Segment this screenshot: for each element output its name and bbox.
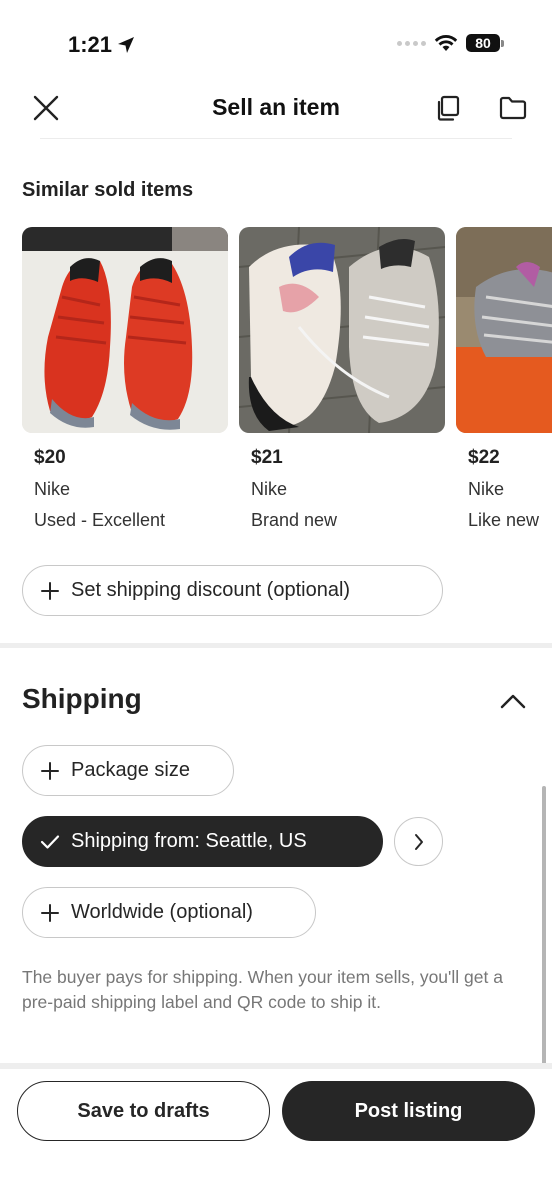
battery-icon: 80 xyxy=(466,34,504,52)
chevron-right-icon xyxy=(414,833,423,850)
status-time: 1:21 xyxy=(68,32,136,58)
chip-label: Package size xyxy=(71,759,190,781)
save-to-drafts-button[interactable]: Save to drafts xyxy=(17,1081,270,1141)
item-brand: Nike xyxy=(251,479,288,499)
checkmark-icon xyxy=(39,831,61,853)
drafts-folder-button[interactable] xyxy=(497,92,529,124)
item-photo-grey-sneakers xyxy=(456,227,552,433)
chip-label: Shipping from: Seattle, US xyxy=(71,830,307,852)
item-price: $22 xyxy=(468,447,500,468)
cellular-signal-icon xyxy=(397,40,426,46)
section-divider xyxy=(0,643,552,648)
item-photo-white-sneakers xyxy=(239,227,445,433)
package-size-button[interactable]: Package size xyxy=(22,745,234,796)
item-brand: Nike xyxy=(468,479,505,499)
item-price: $20 xyxy=(34,447,66,468)
location-arrow-icon xyxy=(118,37,135,53)
header-divider xyxy=(40,138,512,139)
status-bar: 1:21 80 xyxy=(0,0,552,70)
worldwide-shipping-button[interactable]: Worldwide (optional) xyxy=(22,887,316,938)
similar-item-card[interactable]: $22 Nike Like new xyxy=(456,227,552,530)
scrollbar[interactable] xyxy=(542,786,546,1066)
plus-icon xyxy=(39,580,61,602)
collapse-shipping-button[interactable] xyxy=(496,684,530,718)
bottom-divider xyxy=(0,1063,552,1069)
item-photo-red-sneakers xyxy=(22,227,228,433)
folder-icon xyxy=(499,96,527,120)
similar-items-carousel[interactable]: $20 Nike Used - Excellent $21 Nike Brand… xyxy=(22,227,552,547)
duplicate-button[interactable] xyxy=(432,92,464,124)
post-listing-button[interactable]: Post listing xyxy=(282,1081,535,1141)
item-condition: Like new xyxy=(468,510,540,530)
status-time-text: 1:21 xyxy=(68,32,113,57)
similar-item-card[interactable]: $21 Nike Brand new xyxy=(239,227,445,530)
nav-header: Sell an item xyxy=(0,78,552,138)
chip-label: Set shipping discount (optional) xyxy=(71,579,351,601)
item-condition: Brand new xyxy=(251,510,338,530)
plus-icon xyxy=(39,760,61,782)
shipping-from-details-button[interactable] xyxy=(394,817,443,866)
chip-label: Worldwide (optional) xyxy=(71,901,253,923)
item-price: $21 xyxy=(251,447,283,468)
wifi-icon xyxy=(434,34,458,52)
shipping-info-text: The buyer pays for shipping. When your i… xyxy=(22,967,503,1012)
plus-icon xyxy=(39,902,61,924)
battery-level: 80 xyxy=(466,34,500,52)
item-condition: Used - Excellent xyxy=(34,510,166,530)
status-indicators: 80 xyxy=(397,34,504,52)
similar-item-card[interactable]: $20 Nike Used - Excellent xyxy=(22,227,228,530)
set-shipping-discount-button[interactable]: Set shipping discount (optional) xyxy=(22,565,443,616)
shipping-heading: Shipping xyxy=(22,683,142,714)
copy-icon xyxy=(437,95,460,121)
item-brand: Nike xyxy=(34,479,71,499)
similar-items-heading: Similar sold items xyxy=(22,179,194,201)
page-title: Sell an item xyxy=(212,94,340,120)
shipping-from-chip[interactable]: Shipping from: Seattle, US xyxy=(22,816,383,867)
chevron-up-icon xyxy=(500,694,526,709)
